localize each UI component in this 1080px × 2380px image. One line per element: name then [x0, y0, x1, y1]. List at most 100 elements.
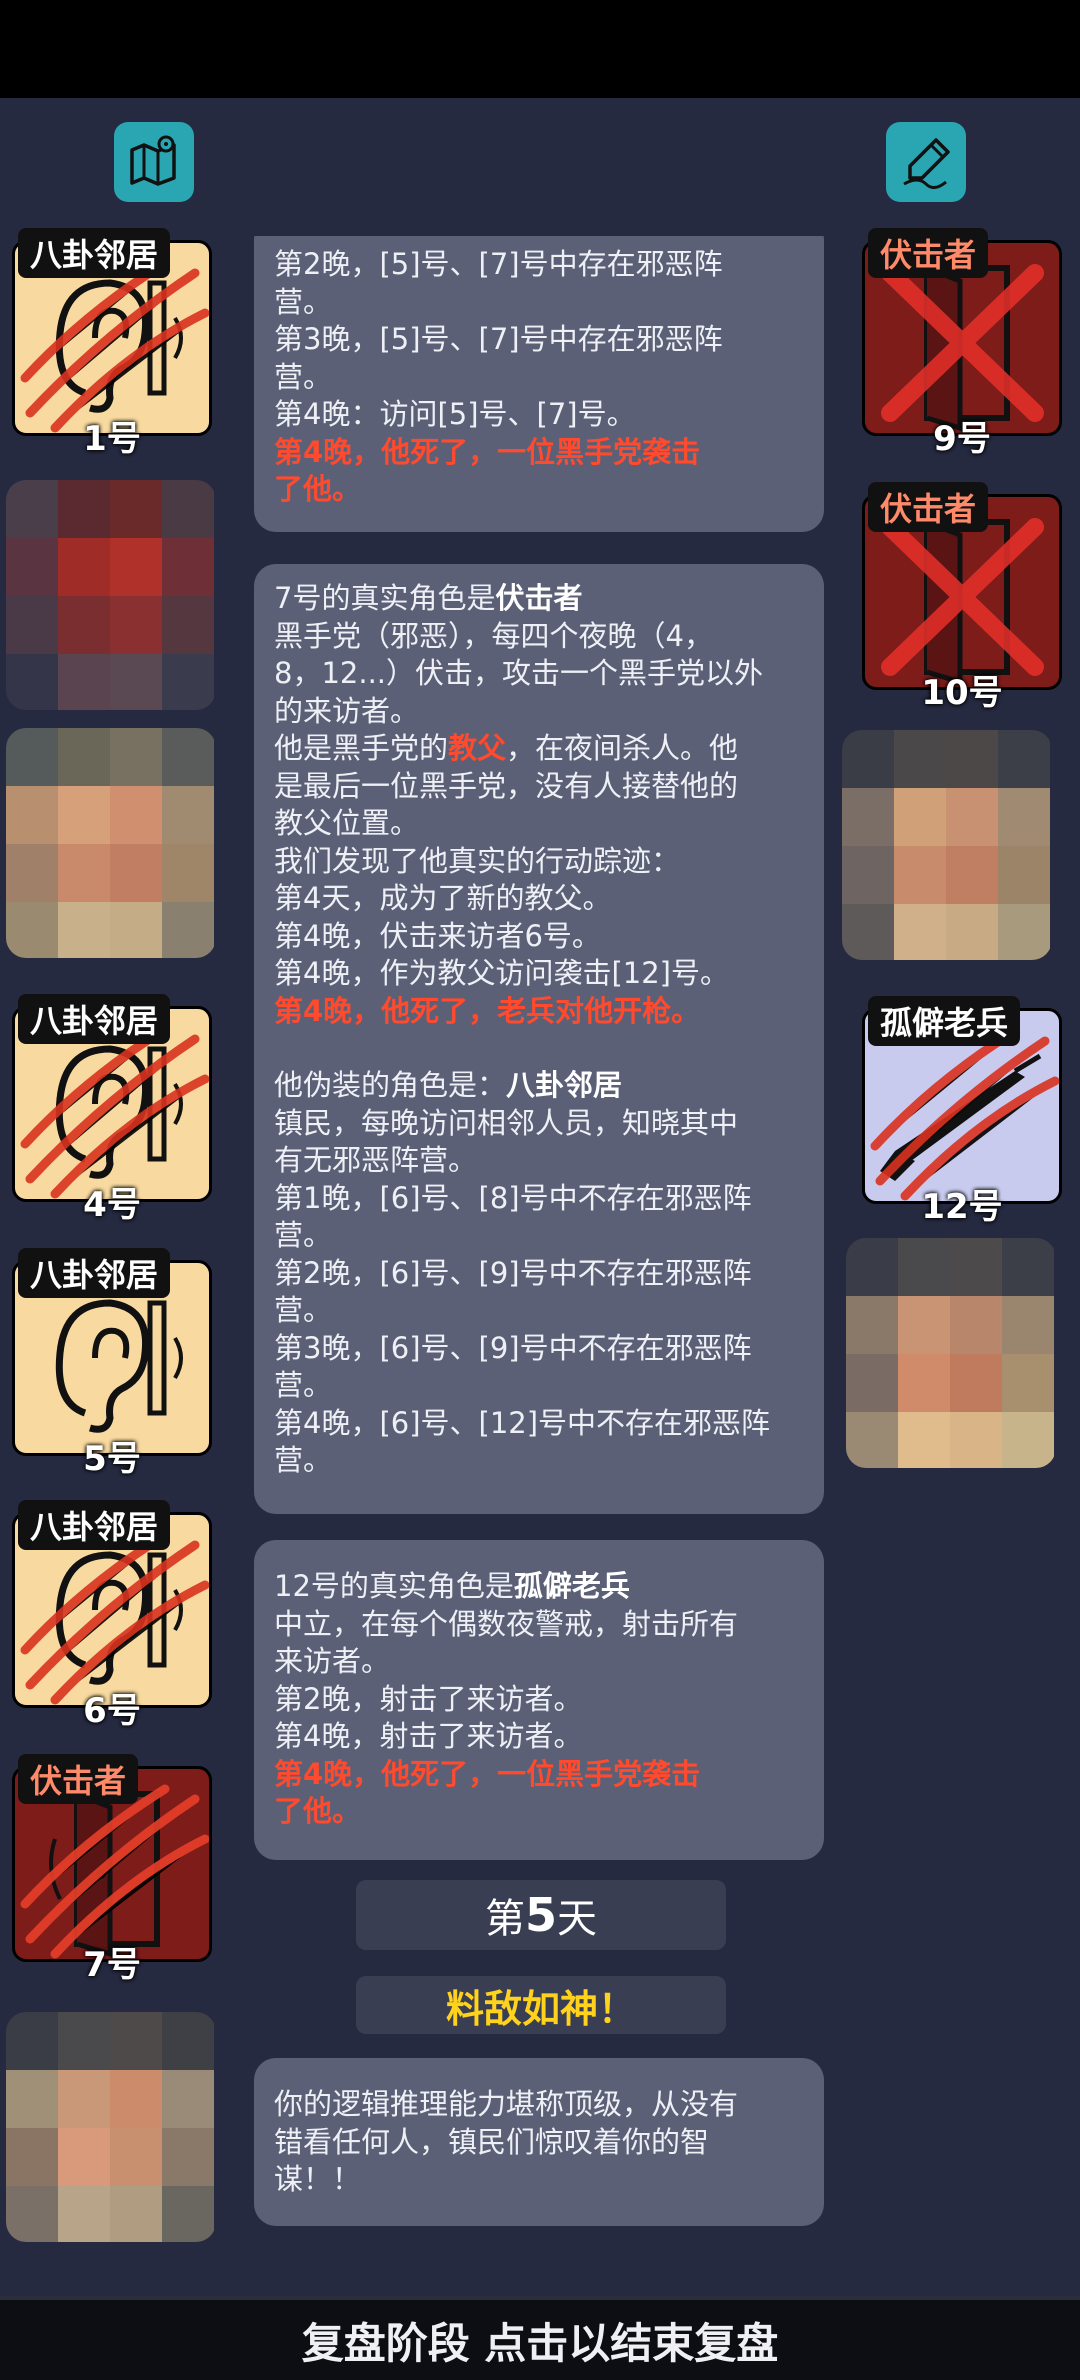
log-line: 第4晚，射击了来访者。 [274, 1719, 583, 1753]
death-line: 第4晚，他死了，一位黑手党袭击 [274, 434, 701, 469]
hidden-player-slot [6, 2012, 216, 2242]
title-prefix: 7号的真实角色是 [274, 581, 496, 615]
player-number: 1号 [83, 419, 141, 459]
replay-feed[interactable]: 第2晚，[5]号、[7]号中存在邪恶阵 营。 第3晚，[5]号、[7]号中存在邪… [234, 236, 846, 2236]
result-text: 料敌如神！ [445, 1986, 636, 2031]
log-line: 中立，在每个偶数夜警戒，射击所有 [274, 1606, 739, 1641]
card-title: 12号的真实角色是孤僻老兵 [274, 1568, 804, 1606]
player-number: 12号 [921, 1187, 1003, 1227]
role-label: 伏击者 [868, 228, 989, 278]
player-number: 5号 [83, 1439, 141, 1479]
log-line: 教父位置。 [274, 806, 420, 840]
log-line: 有无邪恶阵营。 [274, 1143, 478, 1177]
log-line: 黑手党（邪恶），每四个夜晚（4， [274, 618, 713, 653]
log-line: 营。 [274, 1443, 333, 1477]
disguise-title: 他伪装的角色是：八卦邻居 [274, 1067, 804, 1105]
role-label: 伏击者 [18, 1754, 139, 1804]
role-label: 八卦邻居 [18, 228, 171, 278]
claw-slash [20, 258, 209, 433]
day-number: 5 [524, 1888, 557, 1942]
map-icon [130, 135, 176, 186]
player-slot-1[interactable]: 八卦邻居 1号 [12, 228, 212, 459]
title-prefix: 12号的真实角色是 [274, 1569, 514, 1603]
role-label: 孤僻老兵 [868, 996, 1021, 1046]
log-line: 的来访者。 [274, 693, 420, 728]
hidden-player-slot [842, 730, 1052, 960]
player-slot-4[interactable]: 八卦邻居 4号 [12, 994, 212, 1225]
card-title: 7号的真实角色是伏击者 [274, 580, 804, 618]
summary-line: 你的逻辑推理能力堪称顶级，从没有 [274, 2087, 739, 2121]
player-number: 6号 [83, 1691, 141, 1731]
role-label: 八卦邻居 [18, 1248, 171, 1298]
true-role: 伏击者 [495, 581, 583, 615]
player-number: 10号 [921, 673, 1003, 713]
log-line: 第4晚，伏击来访者6号。 [274, 918, 601, 953]
godfather-word: 教父 [448, 731, 507, 765]
log-line: 营。 [274, 1293, 333, 1327]
day-suffix: 天 [557, 1896, 597, 1942]
death-line: 第4晚，他死了，老兵对他开枪。 [274, 993, 701, 1028]
log-line: 镇民，每晚访问相邻人员，知晓其中 [274, 1105, 739, 1140]
player-slot-10[interactable]: 伏击者 10号 [862, 482, 1062, 713]
log-card-7: 7号的真实角色是伏击者 黑手党（邪恶），每四个夜晚（4， 8，12...）伏击，… [254, 564, 824, 1514]
text: ，在夜间杀人。他 [506, 731, 739, 765]
log-line: 第4天，成为了新的教父。 [274, 881, 612, 915]
log-line: 第4晚：访问[5]号、[7]号。 [274, 397, 636, 431]
hidden-player-slot [6, 728, 216, 958]
claw-slash [20, 1784, 209, 1959]
player-number: 7号 [83, 1945, 141, 1985]
disguise-prefix: 他伪装的角色是： [274, 1068, 507, 1102]
text: 他是黑手党的 [274, 731, 449, 765]
log-line: 第1晚，[6]号、[8]号中不存在邪恶阵 [274, 1180, 752, 1215]
log-line: 我们发现了他真实的行动踪迹： [274, 843, 681, 878]
player-slot-6[interactable]: 八卦邻居 6号 [12, 1500, 212, 1731]
notes-button[interactable] [886, 122, 966, 202]
log-line: 第2晚，射击了来访者。 [274, 1681, 583, 1716]
death-line: 第4晚，他死了，一位黑手党袭击 [274, 1756, 701, 1791]
player-slot-5[interactable]: 八卦邻居 5号 [12, 1248, 212, 1479]
log-line: 8，12...）伏击，攻击一个黑手党以外 [274, 656, 764, 690]
log-line: 来访者。 [274, 1644, 391, 1678]
summary-card: 你的逻辑推理能力堪称顶级，从没有 错看任何人，镇民们惊叹着你的智 谋！！ [254, 2058, 824, 2226]
true-role: 孤僻老兵 [513, 1569, 630, 1603]
log-card-12: 12号的真实角色是孤僻老兵 中立，在每个偶数夜警戒，射击所有 来访者。 第2晚，… [254, 1540, 824, 1860]
summary-line: 错看任何人，镇民们惊叹着你的智 [274, 2124, 710, 2159]
end-review-label: 复盘阶段 点击以结束复盘 [301, 2318, 779, 2368]
player-slot-9[interactable]: 伏击者 9号 [862, 228, 1062, 459]
role-label: 八卦邻居 [18, 1500, 171, 1550]
result-banner: 料敌如神！ [356, 1976, 726, 2034]
log-line: 第3晚，[6]号、[9]号中不存在邪恶阵 [274, 1330, 752, 1365]
notes-pen-icon [903, 138, 950, 189]
log-line: 第2晚，[5]号、[7]号中存在邪恶阵 [274, 247, 723, 281]
log-line: 第2晚，[6]号、[9]号中不存在邪恶阵 [274, 1255, 752, 1290]
log-line: 第3晚，[5]号、[7]号中存在邪恶阵 [274, 322, 723, 356]
day-indicator: 第5天 [356, 1880, 726, 1950]
player-slot-12[interactable]: 孤僻老兵 12号 [862, 996, 1062, 1227]
log-line: 是最后一位黑手党，没有人接替他的 [274, 768, 739, 803]
log-line: 营。 [274, 359, 333, 394]
role-label: 伏击者 [868, 482, 989, 532]
player-number: 9号 [933, 419, 991, 459]
map-button[interactable] [114, 122, 194, 202]
hidden-player-slot [846, 1238, 1056, 1468]
summary-line: 谋！！ [274, 2162, 362, 2196]
log-line: 第4晚，[6]号、[12]号中不存在邪恶阵 [274, 1405, 771, 1440]
day-prefix: 第 [484, 1896, 525, 1942]
hidden-player-slot [6, 480, 216, 710]
player-number: 4号 [83, 1185, 141, 1225]
death-line: 了他。 [274, 472, 362, 506]
log-line: 营。 [274, 1218, 333, 1252]
role-label: 八卦邻居 [18, 994, 171, 1044]
claw-slash [20, 1530, 209, 1705]
player-slot-7[interactable]: 伏击者 7号 [12, 1754, 212, 1985]
disguise-role: 八卦邻居 [506, 1068, 623, 1102]
death-line: 了他。 [274, 1794, 362, 1828]
claw-slash [20, 1024, 209, 1199]
log-line: 营。 [274, 284, 333, 319]
log-line: 营。 [274, 1368, 333, 1402]
end-review-button[interactable]: 复盘阶段 点击以结束复盘 [0, 2296, 1080, 2380]
godfather-line: 他是黑手党的教父，在夜间杀人。他 [274, 730, 804, 768]
status-bar [0, 0, 1080, 98]
log-card-5: 第2晚，[5]号、[7]号中存在邪恶阵 营。 第3晚，[5]号、[7]号中存在邪… [254, 236, 824, 532]
